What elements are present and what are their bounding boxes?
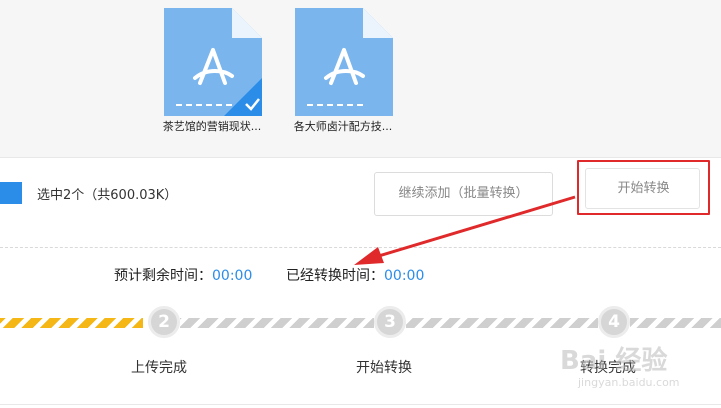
watermark-logo: Bai 经验 — [560, 346, 668, 376]
remaining-time-value: 00:00 — [212, 268, 253, 284]
file-name-2: 各大师卤汁配方技... — [293, 120, 393, 133]
remaining-time-label: 预计剩余时间： — [114, 268, 212, 284]
file-card-1[interactable] — [162, 8, 262, 116]
remaining-time: 预计剩余时间：00:00 — [114, 265, 252, 285]
divider — [0, 247, 721, 248]
step-3-label: 开始转换 — [356, 360, 412, 376]
file-name-1: 茶艺馆的营销现状... — [162, 120, 262, 133]
bottom-divider — [0, 404, 721, 405]
file-card-2[interactable] — [293, 8, 393, 116]
progress-bar-pending — [630, 318, 721, 328]
step-4-circle: 4 — [598, 306, 630, 338]
watermark: Bai 经验 jingyan.baidu.com — [560, 340, 720, 404]
start-convert-button[interactable]: 开始转换 — [577, 160, 710, 215]
elapsed-time: 已经转换时间：00:00 — [286, 265, 424, 285]
watermark-url: jingyan.baidu.com — [578, 376, 680, 389]
pdf-file-icon — [295, 8, 393, 116]
progress-bar-pending — [180, 318, 374, 328]
progress-bar-done — [0, 318, 143, 328]
add-more-button[interactable]: 继续添加（批量转换） — [374, 172, 553, 216]
step-2-circle: 2 — [148, 306, 180, 338]
pdf-file-icon — [164, 8, 262, 116]
action-bar: 选中2个（共600.03K） 继续添加（批量转换） 开始转换 — [0, 157, 721, 229]
step-3-circle: 3 — [374, 306, 406, 338]
select-all-checkbox[interactable] — [0, 182, 22, 204]
selection-info: 选中2个（共600.03K） — [37, 188, 178, 203]
elapsed-time-label: 已经转换时间： — [286, 268, 384, 284]
elapsed-time-value: 00:00 — [384, 268, 425, 284]
progress-bar-pending — [406, 318, 598, 328]
file-list-area: 茶艺馆的营销现状... 各大师卤汁配方技... — [0, 0, 721, 157]
step-2-label: 上传完成 — [131, 360, 187, 376]
start-convert-label: 开始转换 — [617, 181, 670, 196]
